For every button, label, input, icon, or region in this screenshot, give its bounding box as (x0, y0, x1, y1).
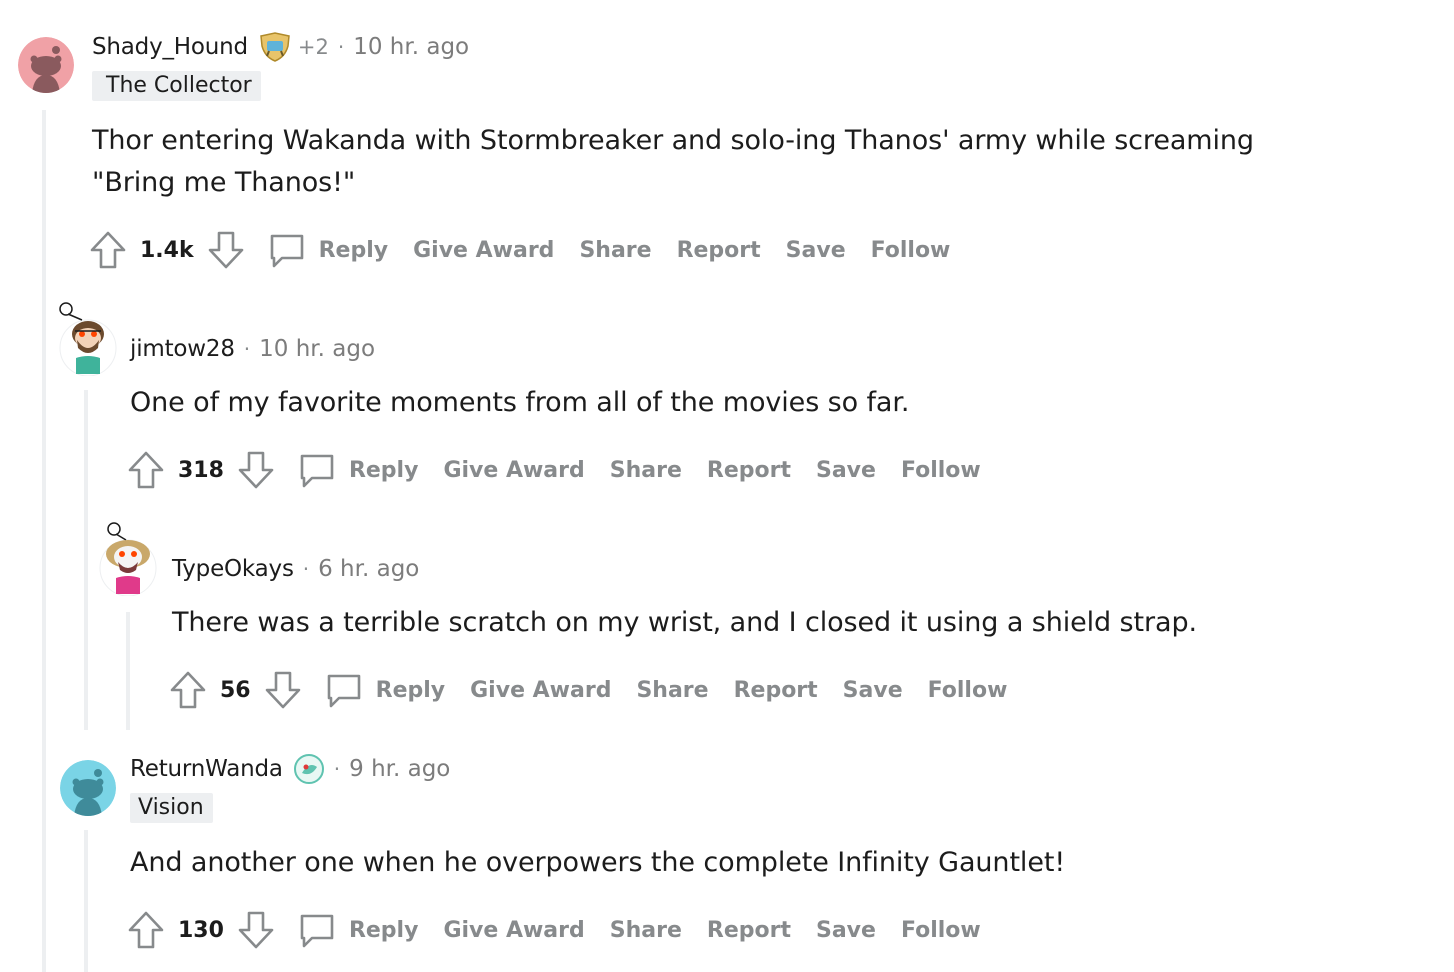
report-button[interactable]: Report (707, 918, 791, 943)
upvote-icon[interactable] (126, 910, 166, 950)
user-avatar[interactable] (60, 760, 116, 816)
timestamp[interactable]: 10 hr. ago (353, 34, 469, 60)
username[interactable]: ReturnWanda (130, 756, 283, 782)
comment-bubble-icon (270, 234, 303, 268)
user-avatar[interactable] (58, 300, 118, 376)
downvote-icon[interactable] (206, 230, 246, 270)
follow-button[interactable]: Follow (928, 678, 1008, 703)
timestamp[interactable]: 10 hr. ago (259, 336, 375, 362)
report-button[interactable]: Report (734, 678, 818, 703)
reply-label: Reply (375, 677, 446, 703)
extra-awards-count[interactable]: +2 (298, 35, 329, 59)
comment-bubble-icon (300, 914, 334, 948)
share-button[interactable]: Share (610, 918, 682, 943)
thread-line[interactable] (84, 830, 88, 972)
reply-button[interactable]: Reply (268, 231, 389, 269)
follow-button[interactable]: Follow (901, 918, 981, 943)
separator: · (337, 35, 345, 59)
share-button[interactable]: Share (610, 458, 682, 483)
upvote-icon[interactable] (168, 670, 208, 710)
default-snoo-avatar-icon (60, 760, 116, 816)
default-snoo-avatar-icon (18, 37, 74, 93)
comment-bubble-icon (300, 454, 334, 488)
achievement-badge-icon (258, 32, 292, 62)
reply-label: Reply (348, 457, 419, 483)
timestamp[interactable]: 6 hr. ago (318, 556, 419, 582)
user-flair: Vision (130, 793, 213, 823)
give-award-button[interactable]: Give Award (443, 458, 584, 483)
save-button[interactable]: Save (843, 678, 903, 703)
save-button[interactable]: Save (786, 238, 846, 263)
give-award-button[interactable]: Give Award (443, 918, 584, 943)
bearded-snoo-avatar-icon (59, 302, 117, 376)
separator: · (333, 757, 341, 781)
give-award-button[interactable]: Give Award (470, 678, 611, 703)
separator: · (243, 337, 251, 361)
give-award-button[interactable]: Give Award (413, 238, 554, 263)
vision-flair-icon (293, 753, 325, 785)
downvote-icon[interactable] (236, 450, 276, 490)
reply-button[interactable]: Reply (325, 671, 446, 709)
vote-score: 1.4k (140, 237, 194, 263)
comment-bubble-icon (327, 674, 360, 708)
thread-line[interactable] (42, 110, 46, 972)
save-button[interactable]: Save (816, 458, 876, 483)
comment-body: Thor entering Wakanda with Stormbreaker … (92, 125, 1254, 198)
upvote-icon[interactable] (126, 450, 166, 490)
comment-body: One of my favorite moments from all of t… (130, 387, 910, 418)
reply-label: Reply (318, 237, 389, 263)
downvote-icon[interactable] (263, 670, 303, 710)
comment-body: And another one when he overpowers the c… (130, 847, 1066, 878)
share-button[interactable]: Share (636, 678, 708, 703)
username[interactable]: Shady_Hound (92, 34, 248, 60)
comment-body: There was a terrible scratch on my wrist… (172, 607, 1197, 638)
save-button[interactable]: Save (816, 918, 876, 943)
report-button[interactable]: Report (707, 458, 791, 483)
pink-snoo-avatar-icon (99, 522, 157, 596)
username[interactable]: TypeOkays (172, 556, 294, 582)
follow-button[interactable]: Follow (901, 458, 981, 483)
user-avatar[interactable] (18, 37, 74, 93)
follow-button[interactable]: Follow (871, 238, 951, 263)
report-button[interactable]: Report (677, 238, 761, 263)
vote-score: 130 (178, 917, 224, 943)
username[interactable]: jimtow28 (130, 336, 235, 362)
reply-label: Reply (348, 917, 419, 943)
reply-button[interactable]: Reply (298, 911, 419, 949)
vote-score: 318 (178, 457, 224, 483)
separator: · (302, 557, 310, 581)
reply-button[interactable]: Reply (298, 451, 419, 489)
downvote-icon[interactable] (236, 910, 276, 950)
share-button[interactable]: Share (579, 238, 651, 263)
user-flair: The Collector (92, 71, 261, 101)
thread-line[interactable] (126, 612, 130, 730)
timestamp[interactable]: 9 hr. ago (349, 756, 450, 782)
upvote-icon[interactable] (88, 230, 128, 270)
vote-score: 56 (220, 677, 251, 703)
thread-line[interactable] (84, 390, 88, 730)
user-avatar[interactable] (96, 520, 160, 596)
